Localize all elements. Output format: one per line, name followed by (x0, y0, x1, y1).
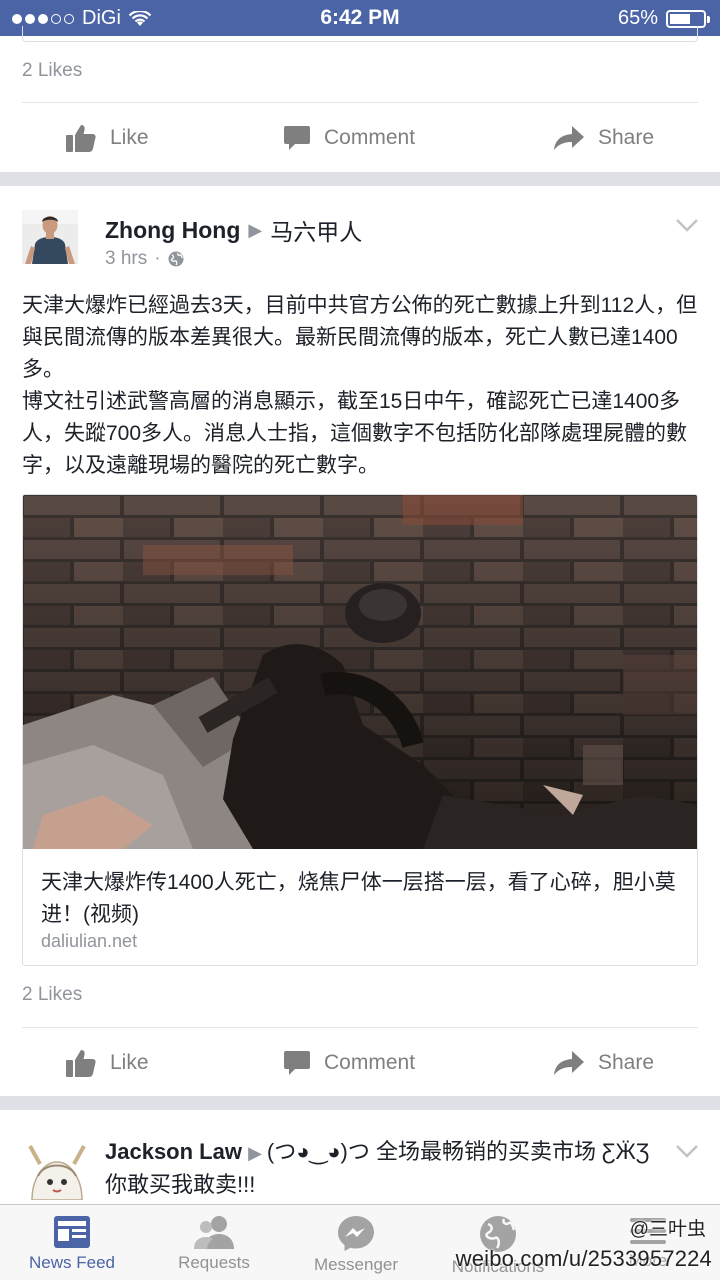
share-label: Share (598, 126, 655, 149)
share-label: Share (598, 1051, 655, 1074)
watermark-handle: @三叶虫 (629, 1219, 706, 1240)
next-post-card: Jackson Law ▶ (つ◕‿◕)つ 全场最畅销的买卖市场 ƸӜƷ 你敢买… (0, 1110, 720, 1204)
share-button[interactable]: Share (554, 103, 654, 173)
author-name[interactable]: Jackson Law (105, 1139, 242, 1164)
post-meta: 3 hrs · (105, 248, 184, 270)
link-title[interactable]: 天津大爆炸传1400人死亡，烧焦尸体一层搭一层，看了心碎，胆小莫进！(视频) (41, 867, 681, 931)
comment-button[interactable]: Comment (284, 103, 415, 173)
chevron-down-icon[interactable] (676, 1144, 698, 1158)
tab-label: Requests (178, 1253, 250, 1272)
messenger-icon (338, 1216, 374, 1251)
like-button[interactable]: Like (66, 103, 149, 173)
previous-link-preview-edge (22, 26, 698, 42)
watermark: @三叶虫 weibo.com/u/2533957224 (452, 1210, 712, 1276)
post-text-paragraph: 天津大爆炸已經過去3天，目前中共官方公佈的死亡數據上升到112人，但與民間流傳的… (22, 294, 698, 381)
battery-icon (666, 9, 710, 28)
thumbs-up-icon (66, 1050, 96, 1077)
like-label: Like (110, 126, 149, 149)
globe-icon (168, 251, 184, 267)
tab-news-feed[interactable]: News Feed (0, 1205, 144, 1280)
post-card: Zhong Hong ▶ 马六甲人 3 hrs · 天津大爆炸已經過去3天，目前… (0, 186, 720, 1096)
like-label: Like (110, 1051, 149, 1074)
share-button[interactable]: Share (554, 1028, 654, 1098)
like-button[interactable]: Like (66, 1028, 149, 1098)
share-icon (554, 1051, 584, 1075)
comment-label: Comment (324, 126, 416, 149)
post-text: 天津大爆炸已經過去3天，目前中共官方公佈的死亡數據上升到112人，但與民間流傳的… (22, 290, 702, 482)
chevron-down-icon[interactable] (676, 218, 698, 232)
triangle-right-icon: ▶ (248, 219, 263, 240)
share-icon (554, 126, 584, 150)
thumbs-up-icon (66, 125, 96, 152)
watermark-url: weibo.com/u/2533957224 (455, 1246, 712, 1271)
avatar[interactable] (22, 1136, 92, 1200)
avatar[interactable] (22, 210, 78, 264)
separator-dot: · (154, 248, 161, 269)
action-bar: Like Comment Share (0, 1028, 720, 1098)
action-bar: Like Comment Share (0, 103, 720, 173)
previous-post-card: 2 Likes Like Comment Share (0, 26, 720, 173)
tab-requests[interactable]: Requests (142, 1205, 286, 1280)
news-feed-icon (54, 1216, 90, 1248)
friends-icon (194, 1216, 234, 1249)
post-timestamp[interactable]: 3 hrs (105, 248, 147, 270)
tab-label: News Feed (29, 1253, 115, 1272)
comment-icon (284, 126, 310, 150)
tab-label: Messenger (313, 1255, 399, 1274)
link-domain: daliulian.net (41, 931, 138, 951)
comment-icon (284, 1051, 310, 1075)
triangle-right-icon: ▶ (248, 1143, 267, 1163)
likes-count[interactable]: 2 Likes (22, 60, 82, 82)
author-name[interactable]: Zhong Hong (105, 217, 240, 244)
comment-button[interactable]: Comment (284, 1028, 415, 1098)
post-text-paragraph: 博文社引述武警高層的消息顯示，截至15日中午，確認死亡已達1400多人，失蹤70… (22, 390, 688, 477)
link-preview-image (23, 495, 697, 849)
tab-messenger[interactable]: Messenger (284, 1205, 428, 1280)
likes-count[interactable]: 2 Likes (22, 984, 82, 1006)
comment-label: Comment (324, 1051, 416, 1074)
post-header: Zhong Hong ▶ 马六甲人 (105, 213, 362, 247)
target-group-name[interactable]: 马六甲人 (270, 213, 362, 247)
post-header: Jackson Law ▶ (つ◕‿◕)つ 全场最畅销的买卖市场 ƸӜƷ 你敢买… (105, 1136, 665, 1201)
link-preview[interactable]: 天津大爆炸传1400人死亡，烧焦尸体一层搭一层，看了心碎，胆小莫进！(视频) d… (22, 494, 698, 966)
